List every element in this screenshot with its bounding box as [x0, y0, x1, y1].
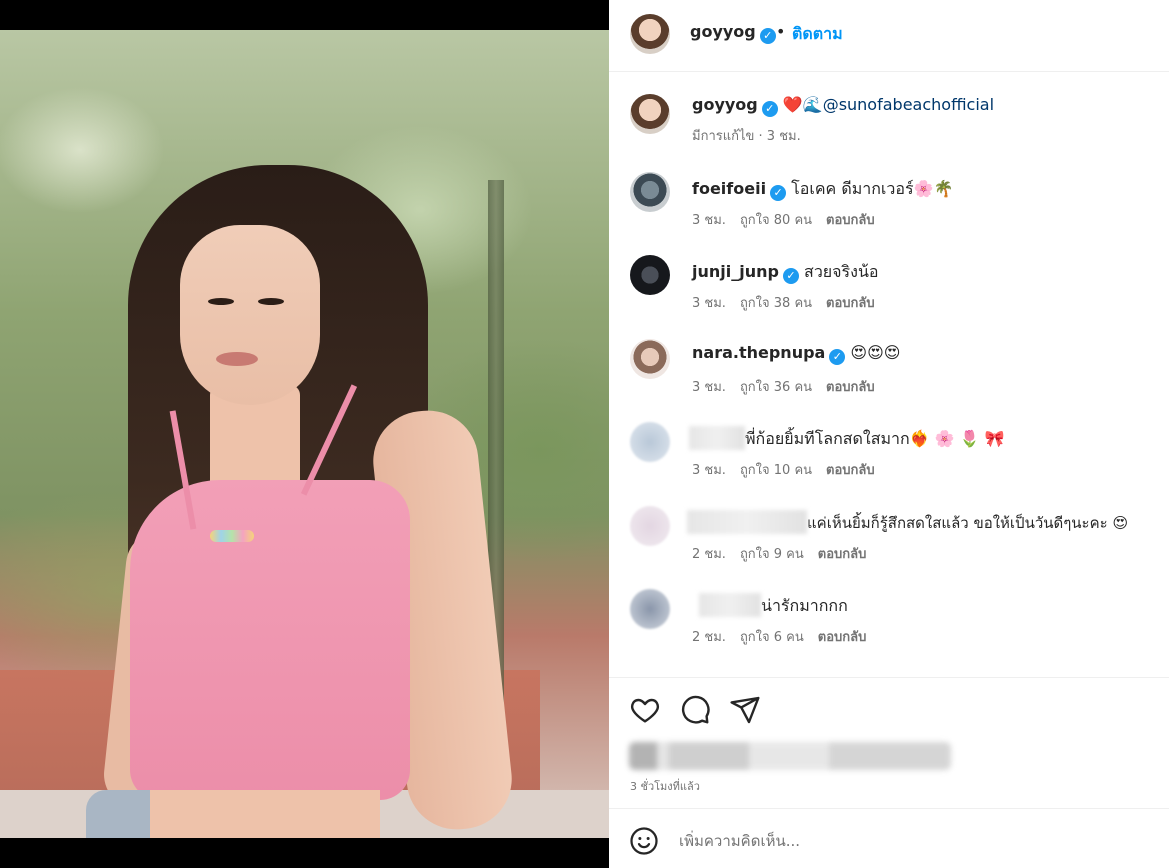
caption-mention-link[interactable]: @sunofabeachofficial [823, 95, 994, 114]
post-timestamp[interactable]: 3 ชั่วโมงที่แล้ว [630, 777, 700, 795]
comment-likes[interactable]: ถูกใจ 6 คน [740, 630, 804, 645]
avatar[interactable] [630, 339, 670, 379]
avatar[interactable] [630, 255, 670, 295]
comment-text: แค่เห็นยิ้มก็รู้สึกสดใสแล้ว ขอให้เป็นวัน… [687, 510, 1128, 535]
emoji-icon[interactable] [629, 826, 659, 856]
heart-icon[interactable] [629, 694, 661, 726]
share-icon[interactable] [729, 694, 761, 726]
avatar[interactable] [630, 172, 670, 212]
verified-badge-icon: ✓ [782, 268, 799, 284]
comment-body: แค่เห็นยิ้มก็รู้สึกสดใสแล้ว ขอให้เป็นวัน… [807, 514, 1129, 532]
comment-meta: 3 ชม. ถูกใจ 36 คน ตอบกลับ [692, 376, 889, 397]
header-separator: • [776, 22, 786, 41]
avatar[interactable] [630, 94, 670, 134]
comment-username-blurred[interactable] [689, 426, 745, 450]
comment-meta: 3 ชม. ถูกใจ 10 คน ตอบกลับ [692, 459, 889, 480]
avatar[interactable] [630, 506, 670, 546]
verified-badge-icon: ✓ [770, 185, 787, 201]
avatar[interactable] [630, 14, 670, 54]
post-header: goyyog ✓ • ติดตาม [609, 0, 1169, 72]
comment-text: foeifoeii ✓ โอเคค ดีมากเวอร์🌸🌴 [692, 177, 953, 202]
avatar[interactable] [630, 422, 670, 462]
comment-meta: 2 ชม. ถูกใจ 6 คน ตอบกลับ [692, 626, 880, 647]
comment-body: 😍😍😍 [850, 343, 901, 362]
subject-pink-top [130, 480, 410, 800]
reply-button[interactable]: ตอบกลับ [826, 380, 875, 395]
subject-bead-necklace [210, 530, 254, 542]
comment-text: น่ารักมากกก [699, 593, 848, 619]
caption-username[interactable]: goyyog [692, 95, 758, 114]
reply-button[interactable]: ตอบกลับ [818, 547, 867, 562]
comment-username-blurred[interactable] [699, 593, 761, 617]
comment-body: น่ารักมากกก [761, 596, 848, 615]
verified-badge-icon: ✓ [761, 101, 778, 117]
subject-eye-left [208, 298, 234, 305]
avatar[interactable] [630, 589, 670, 629]
caption-text: goyyog ✓ ❤️🌊@sunofabeachofficial [692, 95, 994, 117]
comment-likes[interactable]: ถูกใจ 36 คน [740, 380, 812, 395]
comment-body: สวยจริงน้อ [804, 262, 879, 281]
caption-emoji: ❤️🌊 [782, 95, 823, 114]
post-photo[interactable] [0, 30, 609, 838]
comment-time: 3 ชม. [692, 296, 726, 311]
caption-meta: มีการแก้ไข · 3 ชม. [692, 125, 815, 146]
comment-text: nara.thepnupa ✓ 😍😍😍 [692, 343, 900, 365]
verified-badge-icon: ✓ [829, 349, 846, 365]
subject-waist [150, 790, 380, 838]
comment-time: 3 ชม. [692, 380, 726, 395]
comment-icon[interactable] [679, 694, 711, 726]
subject-face [180, 225, 320, 405]
comment-likes[interactable]: ถูกใจ 9 คน [740, 547, 804, 562]
comment-meta: 3 ชม. ถูกใจ 80 คน ตอบกลับ [692, 209, 889, 230]
post-sidebar: goyyog ✓ • ติดตาม goyyog ✓ ❤️🌊@sunofabeach… [609, 0, 1169, 868]
comment-likes[interactable]: ถูกใจ 10 คน [740, 463, 812, 478]
comment-username[interactable]: foeifoeii [692, 179, 766, 198]
comment-username[interactable]: junji_junp [692, 262, 779, 281]
post-media [0, 0, 609, 868]
comment-username-blurred[interactable] [687, 510, 807, 534]
subject-eye-right [258, 298, 284, 305]
username-text[interactable]: goyyog [690, 22, 756, 41]
comment-username[interactable]: nara.thepnupa [692, 343, 825, 362]
comment-body: โอเคค ดีมากเวอร์🌸🌴 [791, 179, 954, 198]
add-comment-bar [609, 808, 1169, 868]
comment-likes[interactable]: ถูกใจ 38 คน [740, 296, 812, 311]
comment-body: พี่ก้อยยิ้มทีโลกสดใสมาก❤️‍🔥 🌸 🌷 🎀 [745, 429, 1005, 448]
verified-badge-icon: ✓ [759, 28, 776, 44]
add-comment-input[interactable] [679, 826, 1139, 856]
reply-button[interactable]: ตอบกลับ [826, 296, 875, 311]
comment-likes[interactable]: ถูกใจ 80 คน [740, 213, 812, 228]
comment-meta: 3 ชม. ถูกใจ 38 คน ตอบกลับ [692, 292, 889, 313]
liked-by-blurred[interactable] [629, 742, 951, 770]
comment-text: junji_junp ✓ สวยจริงน้อ [692, 260, 879, 285]
comment-meta: 2 ชม. ถูกใจ 9 คน ตอบกลับ [692, 543, 880, 564]
reply-button[interactable]: ตอบกลับ [818, 630, 867, 645]
comment-time: 3 ชม. [692, 213, 726, 228]
post-actions [609, 677, 1169, 747]
caption-edited-time: มีการแก้ไข · 3 ชม. [692, 129, 801, 144]
reply-button[interactable]: ตอบกลับ [826, 463, 875, 478]
post-author-username[interactable]: goyyog ✓ [690, 22, 776, 44]
comment-time: 3 ชม. [692, 463, 726, 478]
comment-time: 2 ชม. [692, 547, 726, 562]
subject-lips [216, 352, 258, 366]
comment-text: พี่ก้อยยิ้มทีโลกสดใสมาก❤️‍🔥 🌸 🌷 🎀 [689, 426, 1005, 452]
reply-button[interactable]: ตอบกลับ [826, 213, 875, 228]
comment-time: 2 ชม. [692, 630, 726, 645]
follow-button[interactable]: ติดตาม [792, 22, 843, 47]
